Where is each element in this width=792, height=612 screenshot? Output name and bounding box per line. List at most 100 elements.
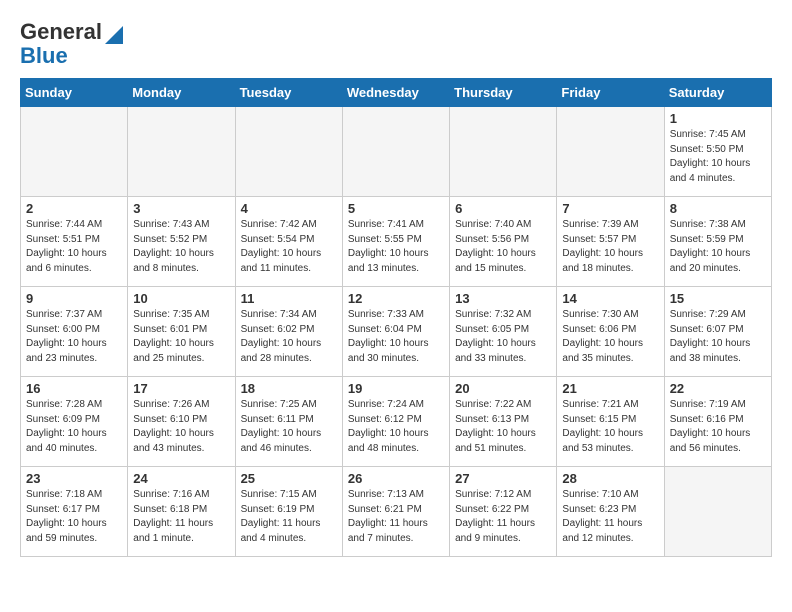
day-number: 12 [348,291,444,306]
calendar-cell [128,107,235,197]
day-info: Sunrise: 7:33 AM Sunset: 6:04 PM Dayligh… [348,308,444,366]
day-number: 21 [562,381,658,396]
day-number: 27 [455,471,551,486]
calendar-cell [664,467,771,557]
day-number: 1 [670,111,766,126]
calendar-cell: 11 Sunrise: 7:34 AM Sunset: 6:02 PM Dayli… [235,287,342,377]
day-info: Sunrise: 7:22 AM Sunset: 6:13 PM Dayligh… [455,398,551,456]
day-number: 23 [26,471,122,486]
calendar-cell: 9 Sunrise: 7:37 AM Sunset: 6:00 PM Daylig… [21,287,128,377]
day-number: 4 [241,201,337,216]
calendar-cell [342,107,449,197]
calendar-cell: 8Sunrise: 7:38 AM Sunset: 5:59 PM Daylig… [664,197,771,287]
calendar-cell: 17Sunrise: 7:26 AM Sunset: 6:10 PM Dayli… [128,377,235,467]
calendar-week-2: 9 Sunrise: 7:37 AM Sunset: 6:00 PM Daylig… [21,287,772,377]
day-info: Sunrise: 7:13 AM Sunset: 6:21 PM Dayligh… [348,488,444,546]
header-sunday: Sunday [21,79,128,107]
day-number: 9 [26,291,122,306]
calendar-cell: 21 Sunrise: 7:21 AM Sunset: 6:15 PM Dayli… [557,377,664,467]
day-number: 19 [348,381,444,396]
day-info: Sunrise: 7:25 AM Sunset: 6:11 PM Dayligh… [241,398,337,456]
day-number: 28 [562,471,658,486]
calendar-week-1: 2 Sunrise: 7:44 AM Sunset: 5:51 PM Daylig… [21,197,772,287]
day-info: Sunrise: 7:15 AM Sunset: 6:19 PM Dayligh… [241,488,337,546]
calendar-cell: 10 Sunrise: 7:35 AM Sunset: 6:01 PM Dayli… [128,287,235,377]
calendar-cell: 4 Sunrise: 7:42 AM Sunset: 5:54 PM Daylig… [235,197,342,287]
logo: General Blue [20,20,123,68]
calendar-cell: 7 Sunrise: 7:39 AM Sunset: 5:57 PM Daylig… [557,197,664,287]
calendar-week-3: 16 Sunrise: 7:28 AM Sunset: 6:09 PM Dayli… [21,377,772,467]
calendar-cell: 2 Sunrise: 7:44 AM Sunset: 5:51 PM Daylig… [21,197,128,287]
day-info: Sunrise: 7:41 AM Sunset: 5:55 PM Dayligh… [348,218,444,276]
calendar-cell: 23 Sunrise: 7:18 AM Sunset: 6:17 PM Dayli… [21,467,128,557]
day-number: 20 [455,381,551,396]
calendar-cell: 15 Sunrise: 7:29 AM Sunset: 6:07 PM Dayli… [664,287,771,377]
day-info: Sunrise: 7:40 AM Sunset: 5:56 PM Dayligh… [455,218,551,276]
day-number: 8 [670,201,766,216]
day-number: 5 [348,201,444,216]
calendar-cell: 27 Sunrise: 7:12 AM Sunset: 6:22 PM Dayli… [450,467,557,557]
day-number: 13 [455,291,551,306]
day-info: Sunrise: 7:39 AM Sunset: 5:57 PM Dayligh… [562,218,658,276]
calendar-cell: 1 Sunrise: 7:45 AM Sunset: 5:50 PM Daylig… [664,107,771,197]
header-friday: Friday [557,79,664,107]
calendar-header-row: SundayMondayTuesdayWednesdayThursdayFrid… [21,79,772,107]
day-info: Sunrise: 7:44 AM Sunset: 5:51 PM Dayligh… [26,218,122,276]
header-wednesday: Wednesday [342,79,449,107]
day-number: 22 [670,381,766,396]
calendar-cell: 28 Sunrise: 7:10 AM Sunset: 6:23 PM Dayli… [557,467,664,557]
day-info: Sunrise: 7:19 AM Sunset: 6:16 PM Dayligh… [670,398,766,456]
calendar-cell: 24Sunrise: 7:16 AM Sunset: 6:18 PM Dayli… [128,467,235,557]
day-number: 14 [562,291,658,306]
calendar-cell: 25 Sunrise: 7:15 AM Sunset: 6:19 PM Dayli… [235,467,342,557]
day-info: Sunrise: 7:29 AM Sunset: 6:07 PM Dayligh… [670,308,766,366]
calendar-cell: 5 Sunrise: 7:41 AM Sunset: 5:55 PM Daylig… [342,197,449,287]
calendar-cell [235,107,342,197]
header-thursday: Thursday [450,79,557,107]
calendar-week-4: 23 Sunrise: 7:18 AM Sunset: 6:17 PM Dayli… [21,467,772,557]
day-number: 3 [133,201,229,216]
day-info: Sunrise: 7:28 AM Sunset: 6:09 PM Dayligh… [26,398,122,456]
header-saturday: Saturday [664,79,771,107]
calendar-week-0: 1 Sunrise: 7:45 AM Sunset: 5:50 PM Daylig… [21,107,772,197]
calendar-cell [450,107,557,197]
day-number: 26 [348,471,444,486]
calendar-cell: 20 Sunrise: 7:22 AM Sunset: 6:13 PM Dayli… [450,377,557,467]
day-number: 25 [241,471,337,486]
day-info: Sunrise: 7:42 AM Sunset: 5:54 PM Dayligh… [241,218,337,276]
day-info: Sunrise: 7:32 AM Sunset: 6:05 PM Dayligh… [455,308,551,366]
day-info: Sunrise: 7:18 AM Sunset: 6:17 PM Dayligh… [26,488,122,546]
calendar-cell: 19 Sunrise: 7:24 AM Sunset: 6:12 PM Dayli… [342,377,449,467]
day-number: 18 [241,381,337,396]
day-info: Sunrise: 7:34 AM Sunset: 6:02 PM Dayligh… [241,308,337,366]
calendar-cell: 26 Sunrise: 7:13 AM Sunset: 6:21 PM Dayli… [342,467,449,557]
day-info: Sunrise: 7:43 AM Sunset: 5:52 PM Dayligh… [133,218,229,276]
day-info: Sunrise: 7:12 AM Sunset: 6:22 PM Dayligh… [455,488,551,546]
day-number: 2 [26,201,122,216]
day-number: 7 [562,201,658,216]
day-info: Sunrise: 7:24 AM Sunset: 6:12 PM Dayligh… [348,398,444,456]
day-info: Sunrise: 7:30 AM Sunset: 6:06 PM Dayligh… [562,308,658,366]
day-number: 15 [670,291,766,306]
day-number: 16 [26,381,122,396]
day-info: Sunrise: 7:45 AM Sunset: 5:50 PM Dayligh… [670,128,766,186]
calendar-table: SundayMondayTuesdayWednesdayThursdayFrid… [20,78,772,557]
calendar-cell: 12 Sunrise: 7:33 AM Sunset: 6:04 PM Dayli… [342,287,449,377]
day-info: Sunrise: 7:10 AM Sunset: 6:23 PM Dayligh… [562,488,658,546]
day-info: Sunrise: 7:35 AM Sunset: 6:01 PM Dayligh… [133,308,229,366]
day-info: Sunrise: 7:21 AM Sunset: 6:15 PM Dayligh… [562,398,658,456]
calendar-cell: 14 Sunrise: 7:30 AM Sunset: 6:06 PM Dayli… [557,287,664,377]
day-number: 10 [133,291,229,306]
calendar-cell: 3 Sunrise: 7:43 AM Sunset: 5:52 PM Daylig… [128,197,235,287]
page-header: General Blue [20,20,772,68]
day-info: Sunrise: 7:26 AM Sunset: 6:10 PM Dayligh… [133,398,229,456]
calendar-cell: 16 Sunrise: 7:28 AM Sunset: 6:09 PM Dayli… [21,377,128,467]
calendar-cell [21,107,128,197]
header-monday: Monday [128,79,235,107]
calendar-cell: 13 Sunrise: 7:32 AM Sunset: 6:05 PM Dayli… [450,287,557,377]
day-number: 11 [241,291,337,306]
logo-general: General [20,19,102,44]
logo-blue: Blue [20,43,68,68]
calendar-cell: 6Sunrise: 7:40 AM Sunset: 5:56 PM Daylig… [450,197,557,287]
day-info: Sunrise: 7:37 AM Sunset: 6:00 PM Dayligh… [26,308,122,366]
